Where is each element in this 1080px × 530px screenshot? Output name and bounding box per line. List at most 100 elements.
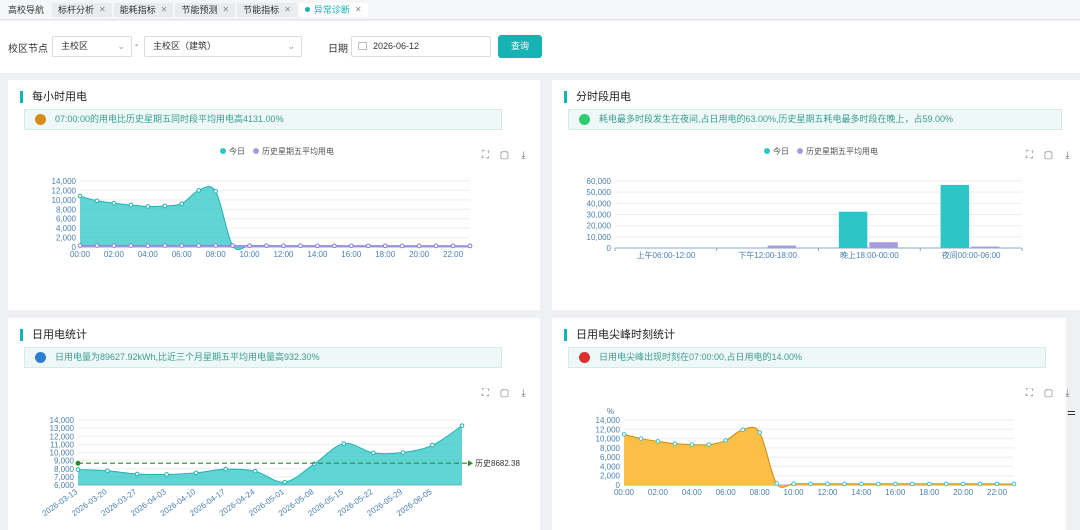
- x-tick-label: 22:00: [443, 250, 464, 259]
- y-tick-label: 13,000: [50, 424, 75, 433]
- date-value: 2026-06-12: [373, 41, 420, 51]
- data-point: [977, 481, 983, 487]
- bar: [869, 242, 898, 248]
- data-point: [282, 479, 288, 485]
- date-label: 日期: [328, 44, 348, 55]
- x-tick-label: 20:00: [409, 250, 430, 259]
- close-icon[interactable]: ✕: [99, 3, 106, 17]
- y-tick-label: 14,000: [52, 177, 77, 186]
- x-tick-label: 10:00: [784, 488, 805, 497]
- query-button[interactable]: 查询: [498, 35, 542, 58]
- x-tick-label: 04:00: [682, 488, 703, 497]
- x-tick-label: 18:00: [919, 488, 940, 497]
- data-point: [213, 189, 218, 194]
- x-tick-label: 02:00: [648, 488, 669, 497]
- campus-select[interactable]: 主校区 ⌄: [52, 36, 132, 57]
- average-arrow-icon: [468, 460, 473, 467]
- data-point: [400, 450, 406, 455]
- bar: [838, 211, 868, 248]
- y-tick-label: 8,000: [600, 444, 621, 453]
- data-point: [162, 243, 168, 248]
- x-tick-label: 16:00: [885, 488, 906, 497]
- x-tick-label: 02:00: [104, 250, 125, 259]
- data-point: [193, 470, 199, 476]
- data-point: [94, 243, 100, 248]
- data-point: [298, 243, 303, 249]
- x-tick-label: 08:00: [750, 488, 771, 497]
- data-point: [825, 481, 830, 487]
- y-tick-label: 60,000: [587, 177, 612, 186]
- y-tick-label: 11,000: [50, 440, 74, 449]
- data-point: [230, 243, 235, 248]
- average-label: 历史8682.38: [475, 458, 520, 468]
- data-point: [689, 442, 695, 447]
- tab-anomaly[interactable]: 异常诊断 ✕: [298, 2, 368, 17]
- x-tick-label: 08:00: [206, 250, 227, 259]
- hourly-chart: 02,0004,0006,0008,00010,00012,00014,0000…: [52, 177, 473, 259]
- data-point: [349, 243, 354, 249]
- settings-sliders-icon[interactable]: ⚌: [1067, 407, 1076, 418]
- chevron-down-icon: ⌄: [117, 41, 125, 51]
- tab-forecast[interactable]: 节能预测 ✕: [175, 2, 236, 17]
- data-point: [128, 202, 134, 208]
- tab-label: 能耗指标: [119, 4, 156, 15]
- y-tick-label: 12,000: [52, 186, 77, 195]
- y-tick-label: 50,000: [587, 188, 612, 197]
- series-area: [78, 425, 462, 485]
- tab-home[interactable]: 高校导航: [8, 3, 50, 17]
- y-tick-label: 2,000: [600, 472, 621, 481]
- x-tick-label: 12:00: [273, 250, 294, 259]
- y-tick-label: 2,000: [56, 234, 77, 243]
- data-point: [655, 439, 661, 444]
- filter-bar: 校区节点 主校区 ⌄ - 主校区（建筑） ⌄ 日期 2026-06-12 查询: [0, 21, 1080, 73]
- tab-saving-index[interactable]: 节能指标 ✕: [237, 2, 297, 17]
- tab-benchmark[interactable]: 标杆分析 ✕: [52, 2, 112, 17]
- data-point: [808, 481, 813, 487]
- data-point: [179, 201, 185, 206]
- data-point: [128, 243, 134, 248]
- y-tick-label: 0: [607, 244, 612, 253]
- data-point: [926, 481, 932, 487]
- data-point: [247, 243, 252, 248]
- data-point: [791, 481, 796, 486]
- x-tick-label: 18:00: [375, 250, 396, 259]
- data-point: [111, 243, 117, 248]
- building-select[interactable]: 主校区（建筑） ⌄: [144, 36, 302, 57]
- data-point: [382, 243, 388, 249]
- x-tick-label: 00:00: [614, 488, 635, 497]
- data-point: [77, 243, 83, 248]
- close-icon[interactable]: ✕: [161, 3, 168, 17]
- tab-label: 标杆分析: [58, 4, 95, 15]
- y-tick-label: 10,000: [52, 196, 77, 205]
- x-tick-label: 10:00: [240, 250, 261, 259]
- tab-label: 异常诊断: [313, 4, 350, 15]
- y-tick-label: 8,000: [56, 205, 77, 214]
- y-tick-label: 6,000: [600, 453, 621, 462]
- bar: [767, 245, 797, 248]
- peak-chart: 02,0004,0006,0008,00010,00012,00014,0000…: [596, 407, 1017, 497]
- x-tick-label: 14:00: [851, 488, 872, 497]
- tab-label: 节能预测: [181, 4, 218, 15]
- y-tick-label: 10,000: [50, 449, 75, 458]
- data-point: [77, 193, 83, 199]
- tab-energy-index[interactable]: 能耗指标 ✕: [113, 2, 174, 17]
- data-point: [145, 204, 151, 209]
- y-tick-label: 30,000: [587, 211, 612, 220]
- close-icon[interactable]: ✕: [355, 3, 362, 17]
- peak-panel: 日用电尖峰时刻统计 日用电尖峰出现时刻在07:00:00,占日用电的14.00%…: [552, 318, 1070, 530]
- x-tick-label: 00:00: [70, 250, 91, 259]
- calendar-icon: [358, 42, 367, 50]
- data-point: [459, 423, 465, 428]
- date-input[interactable]: 2026-06-12: [351, 36, 491, 57]
- x-tick-label: 22:00: [987, 488, 1008, 497]
- daily-chart: 6,0007,0008,0009,00010,00011,00012,00013…: [40, 416, 520, 518]
- data-point: [450, 243, 456, 249]
- x-tick-label: 20:00: [953, 488, 974, 497]
- x-tick-label: 下午12:00-18:00: [738, 250, 797, 260]
- data-point: [672, 441, 678, 446]
- data-point: [111, 200, 117, 206]
- y-unit-label: %: [607, 407, 614, 416]
- data-point: [213, 243, 218, 248]
- close-icon[interactable]: ✕: [284, 3, 291, 17]
- close-icon[interactable]: ✕: [222, 3, 229, 17]
